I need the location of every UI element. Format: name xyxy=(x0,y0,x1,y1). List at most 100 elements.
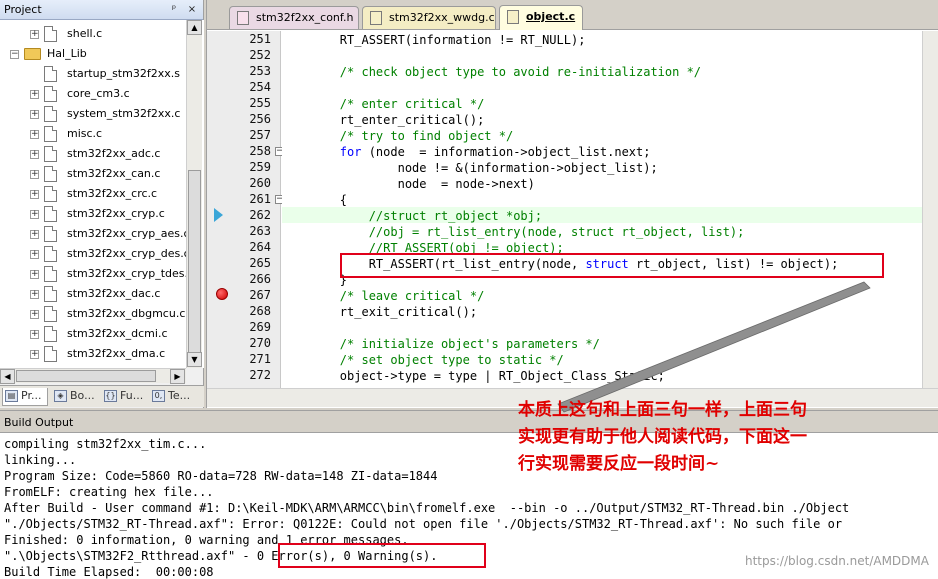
tree-item-label: stm32f2xx_can.c xyxy=(67,167,161,180)
tree-file[interactable]: + stm32f2xx_cryp_des.c xyxy=(0,244,200,264)
tab-label: object.c xyxy=(526,10,576,23)
tab-label: Pr... xyxy=(21,389,42,402)
collapse-icon[interactable]: − xyxy=(10,50,19,59)
annotation-line: 实现更有助于他人阅读代码，下面这一 xyxy=(518,427,807,447)
line-number: 252 xyxy=(249,48,271,62)
tab-object-c[interactable]: object.c xyxy=(499,5,583,30)
code-line: /* initialize object's parameters */ xyxy=(282,336,922,352)
line-number: 264 xyxy=(249,240,271,254)
tree-file[interactable]: + system_stm32f2xx.c xyxy=(0,104,200,124)
functions-icon: {} xyxy=(104,390,117,402)
expand-icon[interactable]: + xyxy=(30,110,39,119)
scroll-down-icon[interactable]: ▼ xyxy=(187,352,202,367)
header-file-icon xyxy=(237,11,249,25)
line-number: 263 xyxy=(249,224,271,238)
tree-file[interactable]: + stm32f2xx_cryp_aes.c xyxy=(0,224,200,244)
project-tree-vertical-scrollbar[interactable]: ▲ ▼ xyxy=(186,20,202,368)
build-output-line: After Build - User command #1: D:\Keil-M… xyxy=(4,501,850,515)
line-number: 255 xyxy=(249,96,271,110)
code-text: (node = information->object_list.next; xyxy=(361,145,651,159)
tree-item-label: stm32f2xx_cryp_tdes.c xyxy=(67,267,195,280)
pin-icon[interactable]: ᵖ xyxy=(168,3,180,16)
code-line: /* check object type to avoid re-initial… xyxy=(282,64,922,80)
code-line: node = node->next) xyxy=(282,176,922,192)
project-pane: Project ᵖ × + shell.c − Hal_Lib startup_stm3… xyxy=(0,0,204,408)
line-number-gutter[interactable]: 251 252 253 254 255 256 257 258−259 260 261−262 26… xyxy=(207,31,284,388)
build-output-line: "./Objects/STM32_RT-Thread.axf": Error: … xyxy=(4,517,843,531)
expand-icon[interactable]: + xyxy=(30,250,39,259)
annotation-line: 行实现需要反应一段时间~ xyxy=(518,454,720,474)
tree-file[interactable]: + stm32f2xx_cryp_tdes.c xyxy=(0,264,200,284)
code-line: //struct rt_object *obj; xyxy=(282,208,922,224)
tree-file[interactable]: + shell.c xyxy=(0,24,200,44)
expand-icon[interactable]: + xyxy=(30,350,39,359)
expand-icon[interactable]: + xyxy=(30,130,39,139)
scroll-right-icon[interactable]: ▶ xyxy=(170,369,185,384)
expand-icon[interactable]: + xyxy=(30,310,39,319)
scroll-left-icon[interactable]: ◀ xyxy=(0,369,15,384)
tree-item-label: misc.c xyxy=(67,127,103,140)
expand-icon[interactable]: + xyxy=(30,290,39,299)
tree-file[interactable]: + stm32f2xx_adc.c xyxy=(0,144,200,164)
tab-project[interactable]: ▤ Pr... xyxy=(2,388,48,406)
expand-icon[interactable]: + xyxy=(30,230,39,239)
c-file-icon xyxy=(507,10,519,24)
tree-item-label: stm32f2xx_adc.c xyxy=(67,147,161,160)
code-text-area[interactable]: RT_ASSERT(information != RT_NULL); /* ch… xyxy=(282,31,922,388)
scrollbar-thumb[interactable] xyxy=(188,170,201,360)
code-text: rt_exit_critical(); xyxy=(282,305,478,319)
tree-file[interactable]: startup_stm32f2xx.s xyxy=(0,64,200,84)
tree-item-label: stm32f2xx_cryp_des.c xyxy=(67,247,190,260)
tree-file[interactable]: + stm32f2xx_cryp.c xyxy=(0,204,200,224)
watermark-text: https://blog.csdn.net/AMDDMA xyxy=(745,554,929,568)
tree-item-label: core_cm3.c xyxy=(67,87,130,100)
tree-file[interactable]: + stm32f2xx_can.c xyxy=(0,164,200,184)
code-text: rt_enter_critical(); xyxy=(282,113,485,127)
tab-label: Bo... xyxy=(70,389,95,402)
tab-stm32f2xx-wwdg-c[interactable]: stm32f2xx_wwdg.c xyxy=(362,6,496,29)
expand-icon[interactable]: + xyxy=(30,330,39,339)
project-tree-horizontal-scrollbar[interactable]: ◀ ▶ xyxy=(0,368,186,384)
tab-functions[interactable]: {} Fu... xyxy=(102,388,148,406)
expand-icon[interactable]: + xyxy=(30,210,39,219)
expand-icon[interactable]: + xyxy=(30,270,39,279)
build-output-line: compiling stm32f2xx_tim.c... xyxy=(4,437,207,451)
tab-books[interactable]: ◈ Bo... xyxy=(52,388,100,406)
editor-vertical-scrollbar[interactable] xyxy=(922,31,938,388)
line-number: 253 xyxy=(249,64,271,78)
close-icon[interactable]: × xyxy=(186,3,198,16)
code-line: node != &(information->object_list); xyxy=(282,160,922,176)
tree-file[interactable]: + stm32f2xx_dcmi.c xyxy=(0,324,200,344)
code-comment: /* leave critical */ xyxy=(282,289,485,303)
scrollbar-thumb[interactable] xyxy=(16,370,156,382)
tree-item-label: system_stm32f2xx.c xyxy=(67,107,181,120)
tab-templates[interactable]: 0, Te... xyxy=(150,388,200,406)
expand-icon[interactable]: + xyxy=(30,30,39,39)
tree-file[interactable]: + core_cm3.c xyxy=(0,84,200,104)
tree-file[interactable]: + stm32f2xx_crc.c xyxy=(0,184,200,204)
expand-icon[interactable]: + xyxy=(30,90,39,99)
tree-item-label: stm32f2xx_crc.c xyxy=(67,187,158,200)
expand-icon[interactable]: + xyxy=(30,150,39,159)
line-number: 251 xyxy=(249,32,271,46)
line-number: 265 xyxy=(249,256,271,270)
tree-file[interactable]: + stm32f2xx_dma.c xyxy=(0,344,200,364)
tree-file[interactable]: + misc.c xyxy=(0,124,200,144)
scroll-up-icon[interactable]: ▲ xyxy=(187,20,202,35)
file-icon xyxy=(44,206,57,222)
tree-item-label: stm32f2xx_dcmi.c xyxy=(67,327,168,340)
code-text: node = node->next) xyxy=(282,177,535,191)
tab-stm32f2xx-conf-h[interactable]: stm32f2xx_conf.h xyxy=(229,6,359,29)
code-comment: /* set object type to static */ xyxy=(282,353,564,367)
tree-folder[interactable]: − Hal_Lib xyxy=(0,44,200,64)
project-tree[interactable]: + shell.c − Hal_Lib startup_stm32f2xx.s + core… xyxy=(0,20,204,368)
expand-icon[interactable]: + xyxy=(30,190,39,199)
breakpoint-icon[interactable] xyxy=(216,288,228,300)
code-comment: /* enter critical */ xyxy=(282,97,485,111)
expand-icon[interactable]: + xyxy=(30,170,39,179)
code-text: { xyxy=(282,193,348,207)
line-number: 257 xyxy=(249,128,271,142)
file-icon xyxy=(44,126,57,142)
tree-file[interactable]: + stm32f2xx_dac.c xyxy=(0,284,200,304)
tree-file[interactable]: + stm32f2xx_dbgmcu.c xyxy=(0,304,200,324)
